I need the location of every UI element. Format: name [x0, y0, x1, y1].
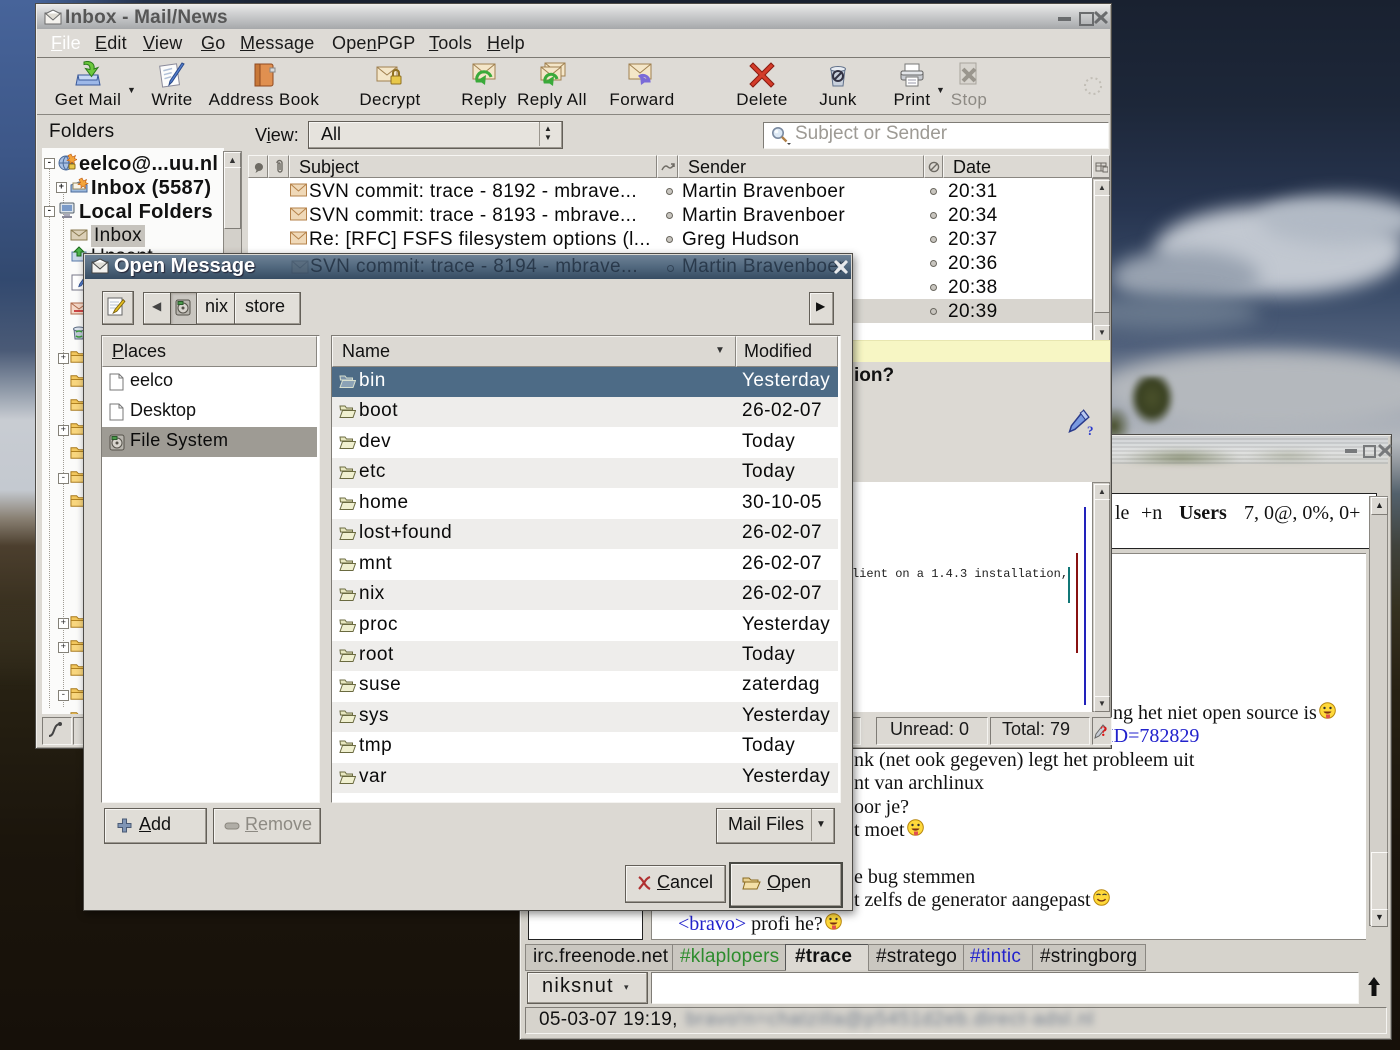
svg-text:?: ? [1100, 724, 1108, 740]
svg-text:?: ? [1087, 423, 1094, 438]
